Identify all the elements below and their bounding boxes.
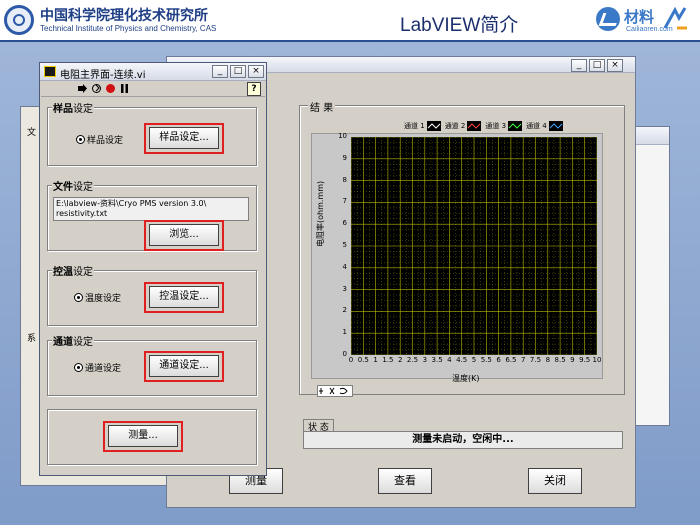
legend-label-ch1: 通道 1 — [404, 122, 425, 130]
brand-name: 材料 — [624, 8, 655, 26]
legend-item-ch2: 通道 2 — [445, 121, 482, 131]
background-side-label: 系 — [27, 334, 37, 344]
labview-vi-icon — [44, 66, 56, 77]
run-continuously-icon[interactable] — [91, 83, 102, 94]
legend-label-ch2: 通道 2 — [444, 122, 466, 130]
x-tick-label: 10 — [592, 356, 602, 364]
legend-swatch-ch1 — [426, 121, 441, 131]
minimize-icon[interactable]: _ — [571, 59, 587, 72]
vi-toolbar: ? — [41, 81, 265, 97]
channel-radio[interactable]: 通道设定 — [74, 361, 121, 374]
close-button[interactable]: 关闭 — [528, 468, 582, 494]
view-button[interactable]: 查看 — [378, 468, 432, 494]
y-tick-label: 2 — [342, 306, 347, 315]
temperature-group-label: 控温设定 — [52, 263, 94, 278]
chart-legend: 通道 1 通道 2 通道 3 通道 4 — [404, 120, 563, 132]
background-window-titlebar[interactable] — [631, 127, 669, 145]
background-tab-label: 文 — [27, 128, 37, 138]
y-tick-label: 4 — [342, 262, 347, 271]
pause-icon[interactable] — [119, 83, 130, 94]
abort-icon[interactable] — [105, 83, 116, 94]
legend-label-ch4: 通道 4 — [526, 122, 547, 130]
temperature-radio[interactable]: 温度设定 — [74, 291, 121, 304]
sample-radio[interactable]: 样品设定 — [76, 133, 123, 146]
maximize-icon[interactable]: □ — [589, 59, 605, 72]
brand-mark-icon — [663, 6, 687, 30]
vi-title: 电阻主界面-连续.vi — [60, 70, 146, 81]
cas-logo-icon — [4, 5, 34, 35]
vi-minimize-icon[interactable]: _ — [212, 65, 228, 78]
legend-swatch-ch2 — [467, 121, 482, 131]
vi-close-icon[interactable]: × — [248, 65, 264, 78]
y-tick-label: 7 — [342, 197, 347, 206]
legend-item-ch4: 通道 4 — [526, 121, 563, 131]
y-tick-label: 9 — [342, 153, 347, 162]
x-axis-label: 温度(K) — [452, 374, 480, 383]
y-tick-label: 8 — [342, 175, 347, 184]
file-path-field[interactable]: E:\labview-资料\Cryo PMS version 3.0\ resi… — [53, 197, 249, 221]
y-tick-label: 3 — [342, 284, 347, 293]
status-indicator: 测量未启动，空闲中... — [303, 431, 623, 449]
close-icon[interactable]: × — [607, 59, 623, 72]
channel-settings-button[interactable]: 通道设定... — [149, 355, 219, 377]
y-axis-label: 电阻率(ohm.mm) — [316, 180, 325, 247]
graph-palette[interactable] — [317, 385, 353, 397]
legend-item-ch1: 通道 1 — [404, 121, 441, 131]
vi-maximize-icon[interactable]: □ — [230, 65, 246, 78]
graph-palette-icon — [319, 387, 348, 395]
help-icon[interactable]: ? — [247, 82, 261, 96]
institute-name-cn: 中国科学院理化技术研究所 — [40, 8, 208, 24]
slide-title: LabVIEW简介 — [400, 15, 519, 36]
results-label: 结 果 — [308, 99, 336, 114]
temperature-settings-button[interactable]: 控温设定... — [149, 286, 219, 308]
file-group-label: 文件设定 — [52, 178, 94, 193]
sample-settings-button[interactable]: 样品设定... — [149, 127, 219, 149]
institute-name-en: Technical Institute of Physics and Chemi… — [40, 24, 217, 33]
background-window-right[interactable] — [630, 126, 670, 426]
vi-front-panel-window[interactable]: 电阻主界面-连续.vi _ □ × ? 样品设定 样品设定 样品设定... 文件… — [39, 62, 267, 476]
plot-area[interactable] — [351, 137, 597, 355]
y-tick-label: 5 — [342, 241, 347, 249]
channel-group-label: 通道设定 — [52, 333, 94, 348]
brand-logo-icon — [596, 7, 620, 31]
measure-dialog-button[interactable]: 测量... — [108, 425, 178, 447]
legend-label-ch3: 通道 3 — [485, 122, 507, 130]
radio-selected-icon — [74, 293, 83, 302]
sample-group-label: 样品设定 — [52, 100, 94, 115]
radio-selected-icon — [74, 363, 83, 372]
vi-titlebar[interactable]: 电阻主界面-连续.vi _ □ × — [40, 63, 266, 81]
legend-item-ch3: 通道 3 — [485, 121, 523, 131]
y-tick-label: 10 — [338, 132, 347, 140]
browse-button[interactable]: 浏览... — [149, 224, 219, 246]
y-tick-label: 1 — [342, 328, 347, 337]
radio-selected-icon — [76, 135, 85, 144]
run-arrow-icon[interactable] — [77, 83, 88, 94]
slide-header: 中国科学院理化技术研究所 Technical Institute of Phys… — [0, 0, 700, 42]
y-tick-label: 6 — [342, 219, 347, 228]
legend-swatch-ch4 — [548, 121, 563, 131]
legend-swatch-ch3 — [508, 121, 523, 131]
